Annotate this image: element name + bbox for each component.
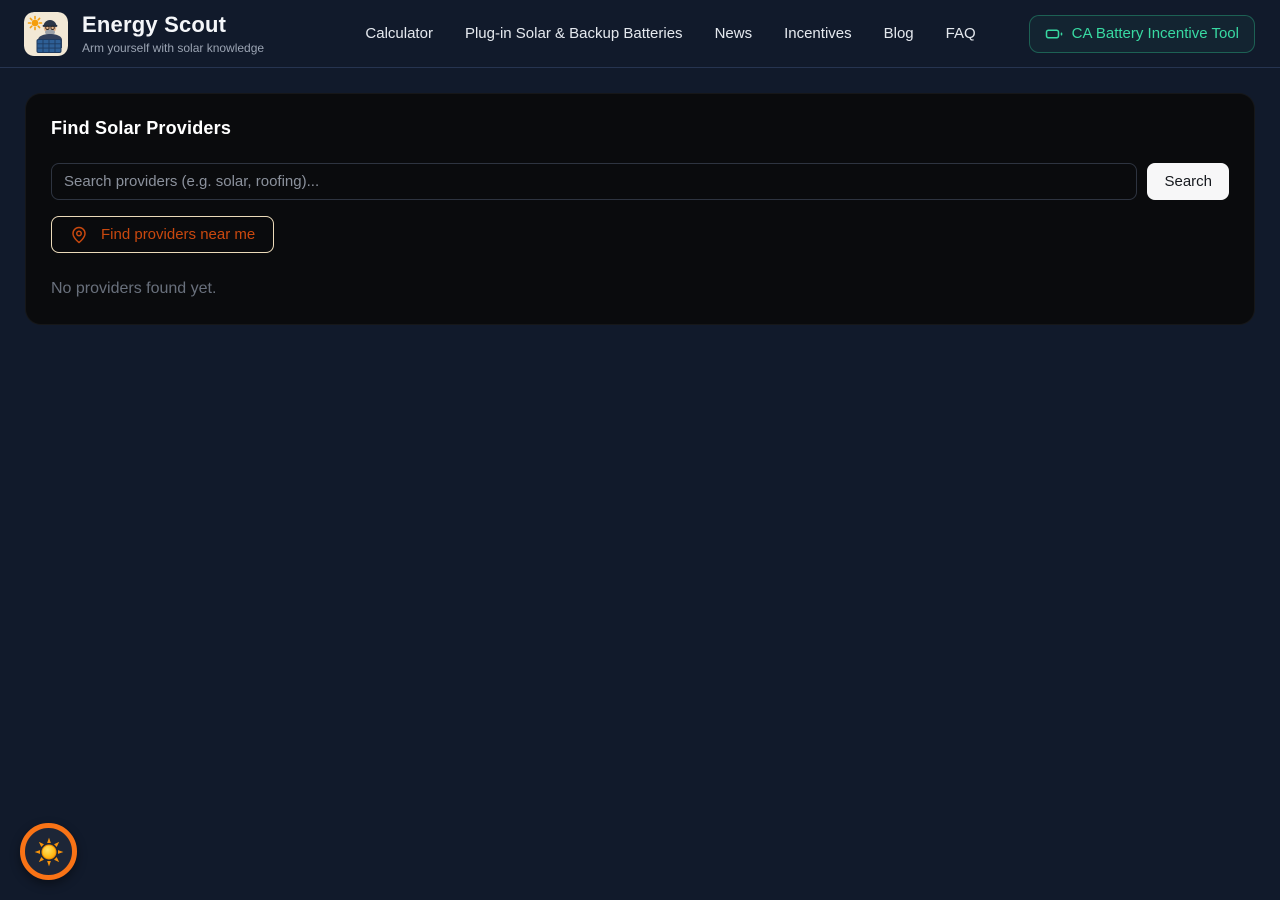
brand-title: Energy Scout [82, 12, 264, 37]
sun-icon [34, 837, 64, 867]
find-solar-providers-card: Find Solar Providers Search Find provide… [25, 93, 1255, 325]
card-title: Find Solar Providers [51, 118, 1229, 139]
brand[interactable]: Energy Scout Arm yourself with solar kno… [24, 12, 264, 56]
nav-link-faq[interactable]: FAQ [946, 25, 976, 42]
nav-link-plugin-solar-backup-batteries[interactable]: Plug-in Solar & Backup Batteries [465, 25, 683, 42]
near-me-label: Find providers near me [101, 226, 255, 243]
empty-state-message: No providers found yet. [51, 280, 1229, 298]
nav-link-blog[interactable]: Blog [884, 25, 914, 42]
provider-search-input[interactable] [51, 163, 1137, 200]
theme-toggle-button[interactable] [20, 823, 77, 880]
map-pin-icon [70, 226, 88, 244]
brand-logo-solar-installer-avatar [24, 12, 68, 56]
find-providers-near-me-button[interactable]: Find providers near me [51, 216, 274, 253]
main-content: Find Solar Providers Search Find provide… [0, 93, 1280, 325]
brand-tagline: Arm yourself with solar knowledge [82, 41, 264, 55]
nav-link-calculator[interactable]: Calculator [365, 25, 433, 42]
cta-label: CA Battery Incentive Tool [1072, 25, 1239, 42]
search-row: Search [51, 163, 1229, 200]
ca-battery-incentive-tool-button[interactable]: CA Battery Incentive Tool [1029, 15, 1255, 53]
main-nav: Calculator Plug-in Solar & Backup Batter… [365, 15, 1255, 53]
site-header: Energy Scout Arm yourself with solar kno… [0, 0, 1280, 68]
nav-link-incentives[interactable]: Incentives [784, 25, 852, 42]
nav-link-news[interactable]: News [715, 25, 753, 42]
battery-icon [1045, 25, 1063, 43]
search-button[interactable]: Search [1147, 163, 1229, 200]
brand-text: Energy Scout Arm yourself with solar kno… [82, 12, 264, 54]
